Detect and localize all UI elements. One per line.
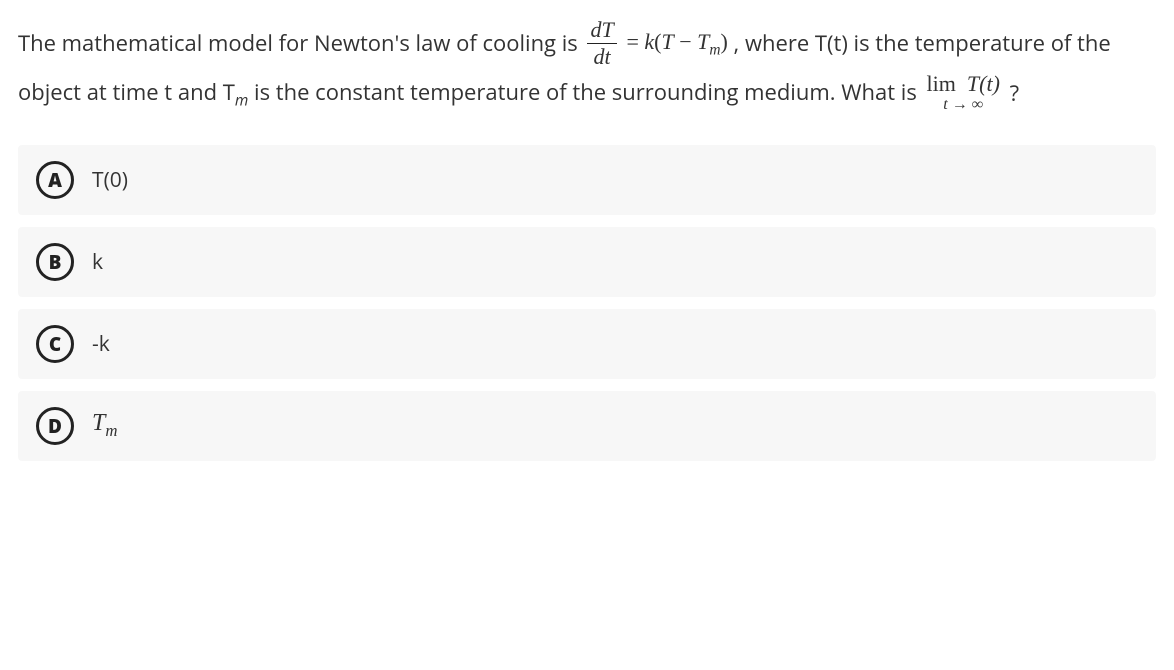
- answer-option-b[interactable]: B k: [18, 227, 1156, 297]
- answer-letter: D: [36, 407, 74, 445]
- answer-text: T(0): [92, 166, 128, 194]
- answer-text: -k: [92, 330, 110, 358]
- equals-sign: = k(T − Tm): [626, 29, 727, 54]
- fraction-dT-dt: dT dt: [587, 19, 616, 68]
- fraction-denominator: dt: [587, 44, 616, 68]
- limit-expression: lim T(t) t → ∞: [927, 73, 1000, 113]
- answer-option-a[interactable]: A T(0): [18, 145, 1156, 215]
- answer-text: Tm: [92, 410, 117, 441]
- answer-letter: C: [36, 325, 74, 363]
- answer-option-d[interactable]: D Tm: [18, 391, 1156, 461]
- answer-list: A T(0) B k C -k D Tm: [18, 145, 1156, 461]
- answer-letter: B: [36, 243, 74, 281]
- question-mark: ?: [1010, 78, 1020, 108]
- question-part1: The mathematical model for Newton's law …: [18, 28, 583, 58]
- question-text: The mathematical model for Newton's law …: [18, 18, 1156, 117]
- fraction-numerator: dT: [587, 19, 616, 44]
- answer-option-c[interactable]: C -k: [18, 309, 1156, 379]
- answer-letter: A: [36, 161, 74, 199]
- answer-text: k: [92, 248, 103, 276]
